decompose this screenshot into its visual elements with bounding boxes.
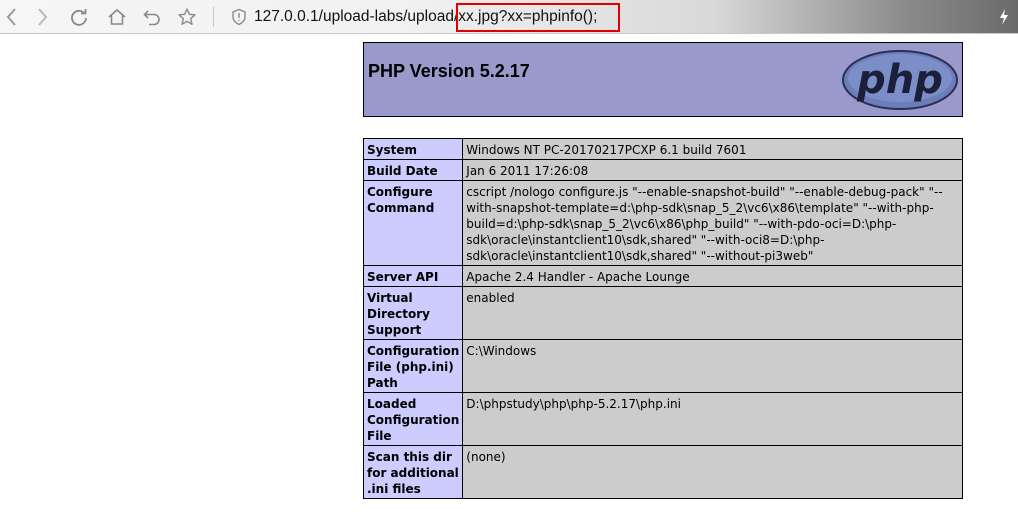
row-value: (none) [462,445,963,499]
row-label: Build Date [362,159,464,181]
table-row: Configure Command cscript /nologo configu… [362,180,963,266]
shield-icon[interactable] [227,5,251,29]
row-value: enabled [462,286,963,340]
row-label: Scan this dir for additional .ini files [362,445,464,499]
table-row: System Windows NT PC-20170217PCXP 6.1 bui… [362,138,963,160]
url-highlight-box [456,3,620,32]
url-prefix: 127.0.0.1/upload-labs/upload/ [254,8,459,25]
row-label: Configuration File (php.ini) Path [362,339,464,393]
row-value: cscript /nologo configure.js "--enable-s… [462,180,963,266]
row-label: System [362,138,464,160]
row-value: C:\Windows [462,339,963,393]
row-label: Loaded Configuration File [362,392,464,446]
star-icon[interactable] [175,5,199,29]
row-value: Jan 6 2011 17:26:08 [462,159,963,181]
browser-toolbar: 127.0.0.1/upload-labs/upload/xx.jpg?xx=p… [0,0,1018,34]
row-label: Server API [362,265,464,287]
php-logo: php [842,50,958,110]
row-value: Apache 2.4 Handler - Apache Lounge [462,265,963,287]
phpinfo-header: PHP Version 5.2.17 php [363,42,963,117]
row-label: Configure Command [362,180,464,266]
toolbar-divider [213,7,214,27]
row-value: D:\phpstudy\php\php-5.2.17\php.ini [462,392,963,446]
home-icon[interactable] [105,5,129,29]
table-row: Virtual Directory Support enabled [362,286,963,340]
row-value: Windows NT PC-20170217PCXP 6.1 build 760… [462,138,963,160]
lightning-icon[interactable] [997,7,1011,27]
forward-icon[interactable] [30,5,54,29]
row-label: Virtual Directory Support [362,286,464,340]
php-logo-text: php [856,57,943,103]
table-row: Loaded Configuration File D:\phpstudy\php… [362,392,963,446]
table-row: Server API Apache 2.4 Handler - Apache Lo… [362,265,963,287]
undo-icon[interactable] [140,5,164,29]
reload-icon[interactable] [67,5,91,29]
page-title: PHP Version 5.2.17 [368,61,530,81]
table-row: Configuration File (php.ini) Path C:\Wind… [362,339,963,393]
table-row: Scan this dir for additional .ini files(… [362,445,963,499]
phpinfo-table: System Windows NT PC-20170217PCXP 6.1 bui… [362,138,963,499]
back-icon[interactable] [0,5,24,29]
table-row: Build Date Jan 6 2011 17:26:08 [362,159,963,181]
